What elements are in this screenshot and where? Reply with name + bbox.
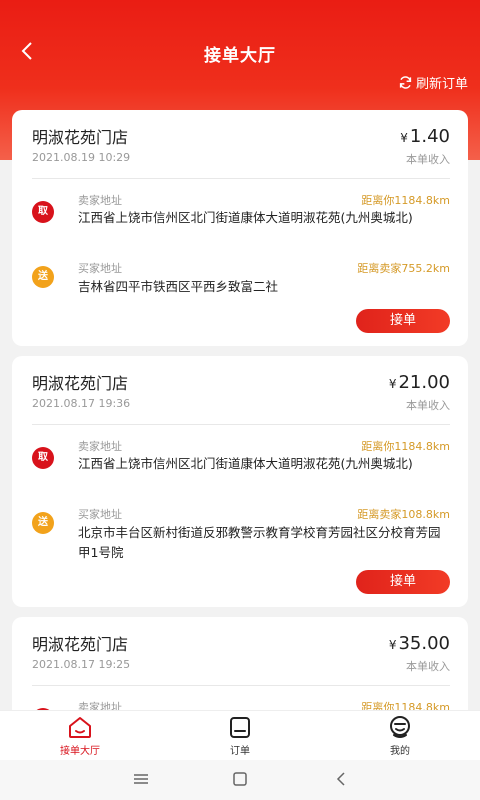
- currency-symbol: ¥: [388, 377, 397, 391]
- tab-label: 接单大厅: [60, 746, 100, 757]
- refresh-label: 刷新订单: [415, 76, 468, 92]
- buyer-address: 吉林省四平市铁西区平西乡致富二社: [78, 279, 279, 294]
- refresh-orders-button[interactable]: 刷新订单: [398, 72, 468, 92]
- order-icon: [230, 717, 250, 738]
- menu-icon: [134, 774, 148, 784]
- order-time: 2021.08.17 19:25: [32, 658, 131, 671]
- refresh-icon: [399, 75, 412, 89]
- tab-orders[interactable]: 订单: [190, 715, 290, 759]
- divider: [32, 424, 450, 425]
- home-icon: [69, 717, 91, 738]
- order-list[interactable]: 明淑花苑门店 2021.08.19 10:29 ¥1.40 本单收入 取 卖家地…: [0, 110, 480, 710]
- page-title: 接单大厅: [204, 46, 276, 66]
- seller-address-label: 卖家地址: [78, 194, 122, 207]
- distance-to-seller: 距离你1184.8km: [361, 701, 450, 710]
- divider: [32, 178, 450, 179]
- profile-icon: [390, 716, 410, 738]
- order-card: 明淑花苑门店 2021.08.17 19:25 ¥35.00 本单收入 取 卖家…: [12, 617, 468, 710]
- back-triangle-icon: [336, 772, 345, 786]
- income-label: 本单收入: [406, 399, 450, 412]
- system-navigation-bar: [0, 760, 480, 800]
- price-amount: 35.00: [398, 633, 450, 654]
- currency-symbol: ¥: [400, 131, 408, 145]
- divider: [32, 685, 450, 686]
- bottom-tab-bar: 接单大厅 订单 我的: [0, 710, 480, 761]
- distance-to-buyer: 距离卖家755.2km: [357, 262, 450, 275]
- distance-to-buyer: 距离卖家108.8km: [357, 508, 450, 521]
- income-label: 本单收入: [406, 660, 450, 673]
- currency-symbol: ¥: [388, 638, 397, 652]
- seller-address: 江西省上饶市信州区北门街道康体大道明淑花苑(九州奥城北): [78, 456, 413, 471]
- shop-name: 明淑花苑门店: [32, 374, 129, 393]
- order-price: ¥1.40: [400, 126, 450, 147]
- order-time: 2021.08.17 19:36: [32, 397, 131, 410]
- buyer-address-label: 买家地址: [78, 262, 122, 275]
- menu-button[interactable]: [132, 770, 150, 792]
- buyer-address-label: 买家地址: [78, 508, 122, 521]
- delivery-tag: 送: [32, 266, 54, 288]
- price-amount: 1.40: [409, 126, 450, 147]
- accept-order-button[interactable]: 接单: [356, 570, 450, 594]
- order-card: 明淑花苑门店 2021.08.17 19:36 ¥21.00 本单收入 取 卖家…: [12, 356, 468, 607]
- income-label: 本单收入: [406, 153, 450, 166]
- home-button[interactable]: [231, 770, 249, 792]
- top-bar: 接单大厅 刷新订单: [0, 0, 480, 104]
- tab-label: 我的: [390, 746, 410, 757]
- distance-to-seller: 距离你1184.8km: [361, 194, 450, 207]
- price-amount: 21.00: [398, 372, 450, 393]
- seller-address-label: 卖家地址: [78, 440, 122, 453]
- order-card: 明淑花苑门店 2021.08.19 10:29 ¥1.40 本单收入 取 卖家地…: [12, 110, 468, 346]
- tab-profile[interactable]: 我的: [350, 715, 450, 759]
- square-icon: [233, 772, 247, 786]
- shop-name: 明淑花苑门店: [32, 128, 129, 147]
- delivery-tag: 送: [32, 512, 54, 534]
- order-time: 2021.08.19 10:29: [32, 151, 131, 164]
- pickup-tag: 取: [32, 201, 54, 223]
- system-back-button[interactable]: [332, 770, 350, 792]
- accept-order-button[interactable]: 接单: [356, 309, 450, 333]
- seller-address: 江西省上饶市信州区北门街道康体大道明淑花苑(九州奥城北): [78, 210, 413, 225]
- pickup-tag: 取: [32, 447, 54, 469]
- tab-label: 订单: [230, 746, 250, 757]
- shop-name: 明淑花苑门店: [32, 635, 129, 654]
- tab-order-hall[interactable]: 接单大厅: [30, 715, 130, 759]
- order-price: ¥21.00: [389, 372, 450, 393]
- buyer-address: 北京市丰台区新村街道反邪教警示教育学校育芳园社区分校育芳园甲1号院: [78, 525, 441, 560]
- order-price: ¥35.00: [389, 633, 450, 654]
- distance-to-seller: 距离你1184.8km: [361, 440, 450, 453]
- seller-address-label: 卖家地址: [78, 701, 122, 710]
